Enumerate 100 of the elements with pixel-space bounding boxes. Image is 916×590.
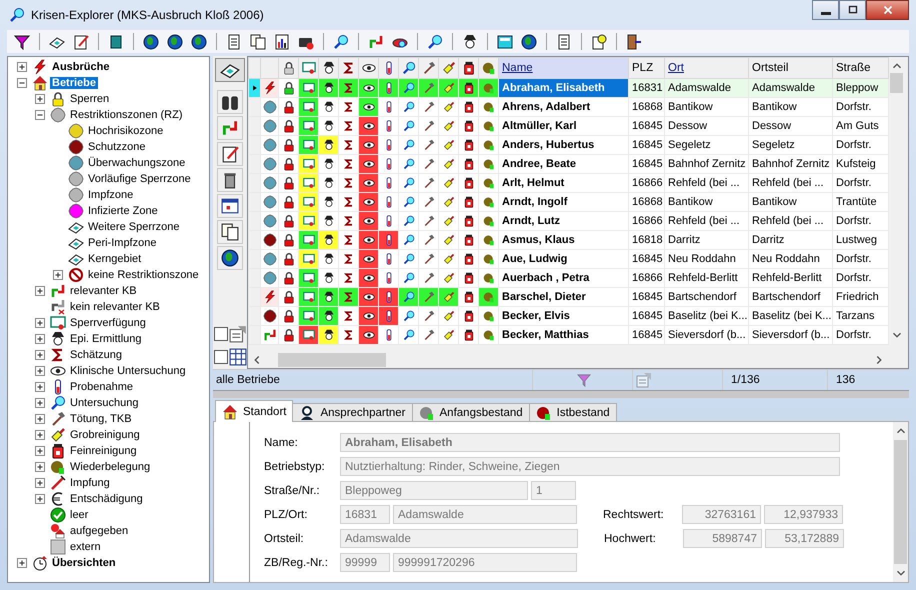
expand-icon[interactable] — [14, 555, 30, 571]
column-header[interactable]: PLZ — [628, 58, 664, 78]
checkbox[interactable] — [214, 350, 228, 364]
checkbox[interactable] — [214, 327, 228, 341]
tree-item[interactable]: Infizierte Zone — [86, 205, 160, 217]
notepad-tool-button[interactable] — [217, 142, 243, 166]
tree-item[interactable]: Sperren — [68, 93, 112, 105]
scrollbar-thumb[interactable] — [890, 73, 903, 93]
tree-item[interactable]: relevanter KB — [68, 285, 139, 297]
expand-icon[interactable] — [32, 283, 48, 299]
tab[interactable]: Anfangsbestand — [412, 403, 530, 422]
column-header[interactable]: Ortsteil — [748, 58, 832, 78]
tree-item[interactable]: Probenahme — [68, 381, 135, 393]
input-field[interactable]: Bleppoweg — [340, 481, 528, 500]
minimize-button[interactable] — [812, 0, 839, 20]
tree-item[interactable]: leer — [68, 509, 90, 521]
hammer-icon — [422, 215, 434, 227]
tree-item[interactable]: aufgegeben — [68, 525, 130, 537]
expand-icon[interactable] — [14, 59, 30, 75]
tree-item[interactable]: kein relevanter KB — [68, 301, 162, 313]
expand-icon[interactable] — [32, 491, 48, 507]
expand-icon[interactable] — [32, 379, 48, 395]
expand-icon[interactable] — [32, 395, 48, 411]
input-field[interactable]: 1 — [531, 481, 576, 500]
tab[interactable]: Ansprechpartner — [292, 403, 413, 422]
column-header[interactable]: Ort — [664, 58, 748, 78]
vertical-scrollbar[interactable] — [893, 422, 908, 582]
funnel-icon[interactable] — [577, 373, 591, 387]
tree-item[interactable]: Schätzung — [68, 349, 124, 361]
tree-item[interactable]: Ausbrüche — [50, 61, 112, 73]
binoculars-tool-button[interactable] — [217, 90, 243, 114]
tree-item[interactable]: Epi. Ermittlung — [68, 333, 144, 345]
input-field[interactable]: Abraham, Elisabeth — [340, 433, 840, 452]
tree-item[interactable]: keine Restriktionszone — [86, 269, 201, 281]
column-header[interactable] — [398, 58, 418, 78]
input-field[interactable]: 32763161 — [682, 505, 761, 524]
tree-item[interactable]: Restriktionszonen (RZ) — [68, 109, 184, 121]
close-button[interactable] — [866, 0, 909, 20]
tree-item[interactable]: Wiederbelegung — [68, 461, 152, 473]
input-field[interactable]: Nutztierhaltung: Rinder, Schweine, Ziegen — [340, 457, 840, 476]
expand-icon[interactable] — [50, 267, 66, 283]
tree-item[interactable]: Weitere Sperrzone — [86, 221, 182, 233]
expand-icon[interactable] — [32, 427, 48, 443]
tree-item[interactable]: Sperrverfügung — [68, 317, 148, 329]
tree-item[interactable]: Vorläufige Sperrzone — [86, 173, 193, 185]
column-header[interactable]: Name — [498, 58, 628, 78]
tab[interactable]: Standort — [215, 400, 294, 422]
expand-icon[interactable] — [32, 91, 48, 107]
input-field[interactable]: 99999 — [340, 553, 390, 572]
expand-icon[interactable] — [32, 363, 48, 379]
tree-item[interactable]: Kerngebiet — [86, 253, 144, 265]
column-header[interactable] — [318, 58, 338, 78]
expand-icon[interactable] — [32, 443, 48, 459]
tree-item[interactable]: extern — [68, 541, 103, 553]
arrows-tool-button[interactable] — [217, 116, 243, 140]
tree-item[interactable]: Impfung — [68, 477, 112, 489]
expand-icon[interactable] — [32, 315, 48, 331]
tree-item[interactable]: Überwachungszone — [86, 157, 188, 169]
tree-item[interactable]: Übersichten — [50, 557, 118, 569]
column-header[interactable]: Straße — [832, 58, 888, 78]
tree-item[interactable]: Impfzone — [86, 189, 136, 201]
column-header[interactable] — [338, 58, 358, 78]
input-field[interactable]: Adamswalde — [393, 505, 577, 524]
column-header[interactable] — [458, 58, 478, 78]
expand-icon[interactable] — [32, 331, 48, 347]
expand-icon[interactable] — [32, 411, 48, 427]
column-header[interactable] — [418, 58, 438, 78]
calendar-tool-button[interactable] — [217, 194, 243, 218]
column-header[interactable] — [358, 58, 378, 78]
tab[interactable]: Istbestand — [528, 403, 617, 422]
eye-icon — [362, 215, 374, 227]
tree-item[interactable]: Feinreinigung — [68, 445, 139, 457]
map-tool-button[interactable] — [215, 58, 245, 82]
tree-item[interactable]: Betriebe — [50, 77, 98, 89]
input-field[interactable]: 12,937933 — [764, 505, 843, 524]
trash-tool-button[interactable] — [217, 168, 243, 192]
input-field[interactable]: Adamswalde — [340, 529, 578, 548]
maximize-button[interactable] — [839, 0, 866, 20]
globe-tool-button[interactable] — [217, 246, 243, 270]
column-header[interactable] — [438, 58, 458, 78]
input-field[interactable]: 999991720296 — [393, 553, 577, 572]
tree-item[interactable]: Grobreinigung — [68, 429, 142, 441]
tree-item[interactable]: Hochrisikozone — [86, 125, 166, 137]
input-field[interactable]: 5898747 — [683, 529, 762, 548]
expand-icon[interactable] — [32, 347, 48, 363]
copy-tool-button[interactable] — [217, 220, 243, 244]
column-header[interactable] — [378, 58, 398, 78]
tree-item[interactable]: Tötung, TKB — [68, 413, 134, 425]
expand-icon[interactable] — [32, 475, 48, 491]
input-field[interactable]: 53,172889 — [765, 529, 844, 548]
scrollbar-thumb[interactable] — [894, 440, 907, 564]
column-header[interactable] — [278, 58, 298, 78]
tree-item[interactable]: Untersuchung — [68, 397, 140, 409]
tree-item[interactable]: Entschädigung — [68, 493, 145, 505]
tree-item[interactable]: Klinische Untersuchung — [68, 365, 188, 377]
input-field[interactable]: 16831 — [340, 505, 390, 524]
expand-icon[interactable] — [32, 459, 48, 475]
tree-item[interactable]: Schutzzone — [86, 141, 148, 153]
scrollbar-thumb[interactable] — [278, 353, 386, 367]
tree-item[interactable]: Peri-Impfzone — [86, 237, 158, 249]
